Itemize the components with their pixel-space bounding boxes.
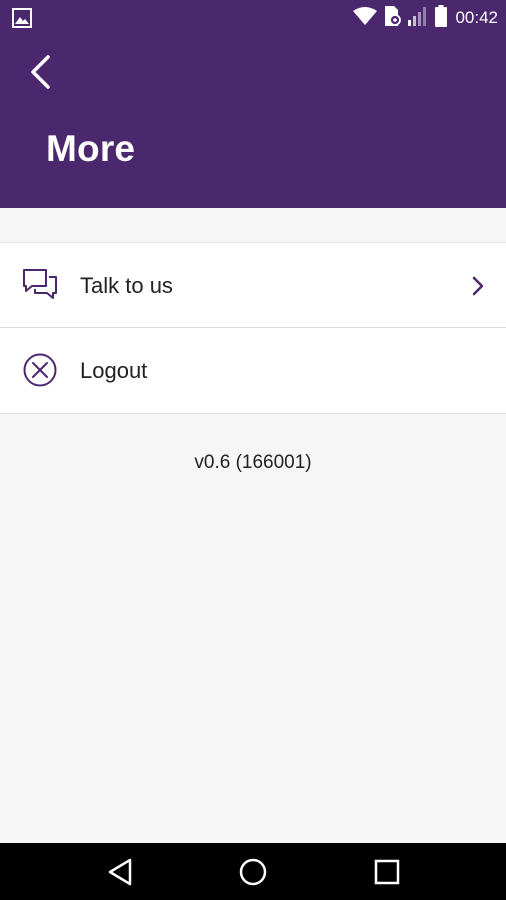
- status-time: 00:42: [455, 8, 498, 27]
- wifi-icon: [353, 6, 378, 30]
- version-text: v0.6 (166001): [194, 452, 312, 473]
- chat-bubbles-icon: [23, 269, 57, 299]
- battery-icon: [435, 4, 448, 32]
- back-triangle-icon: [108, 858, 132, 885]
- chevron-right-icon: [472, 276, 484, 296]
- logout-label: Logout: [80, 358, 148, 383]
- recents-square-icon: [374, 859, 400, 884]
- page-title: More: [46, 128, 136, 169]
- signal-icon: [407, 6, 429, 31]
- circle-x-icon: [23, 353, 57, 387]
- talk-to-us-label: Talk to us: [80, 273, 173, 298]
- nav-recents-button[interactable]: [357, 843, 417, 900]
- app-header: More: [0, 36, 506, 208]
- talk-to-us-item[interactable]: Talk to us: [0, 242, 506, 328]
- back-button[interactable]: [18, 50, 62, 94]
- nav-back-button[interactable]: [90, 843, 150, 900]
- gallery-icon: [12, 8, 32, 33]
- data-saver-icon: [383, 5, 402, 32]
- chevron-left-icon: [31, 55, 50, 89]
- more-screen: 00:42 More Talk to us Logout v0.6 (16600…: [0, 0, 506, 900]
- home-circle-icon: [239, 858, 267, 885]
- nav-bar: [0, 843, 506, 900]
- nav-home-button[interactable]: [223, 843, 283, 900]
- status-bar: 00:42: [0, 0, 506, 36]
- logout-item[interactable]: Logout: [0, 328, 506, 414]
- menu-list: Talk to us Logout: [0, 242, 506, 414]
